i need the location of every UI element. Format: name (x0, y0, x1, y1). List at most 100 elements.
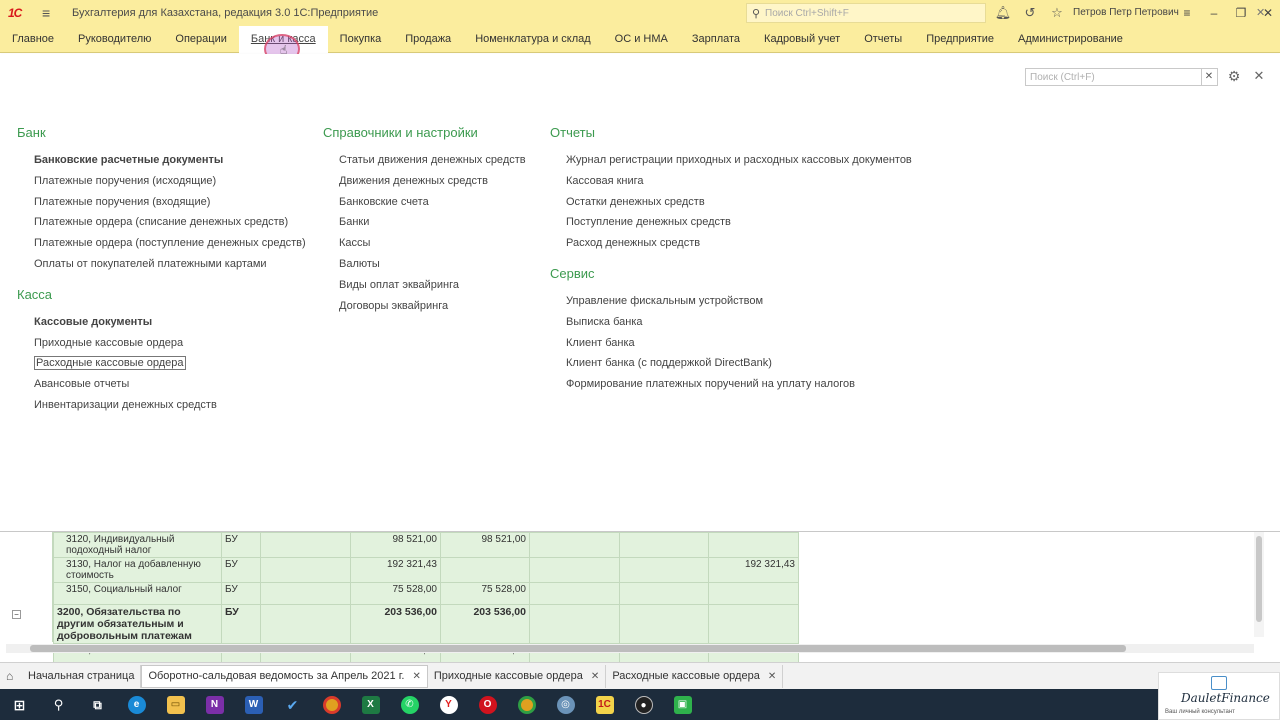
table-row[interactable]: 3130, Налог на добавленную стоимость БУ … (53, 557, 799, 583)
link-card-payments[interactable]: Оплаты от покупателей платежными картами (17, 254, 317, 275)
column-references: Справочники и настройки Статьи движения … (323, 125, 548, 316)
word-icon[interactable]: W (234, 689, 273, 720)
chrome-icon[interactable] (312, 689, 351, 720)
close-all-tabs-icon[interactable]: ✕ (1256, 6, 1265, 19)
main-menu-icon[interactable]: ≡ (42, 6, 56, 20)
search-icon: ⚲ (751, 7, 761, 20)
gear-icon[interactable]: ⚙ (1226, 68, 1242, 84)
column-bank-cash: Банк Банковские расчетные документы Плат… (17, 125, 317, 416)
link-currencies[interactable]: Валюты (323, 254, 548, 275)
bell-icon[interactable]: 🔔︎ (994, 4, 1012, 22)
global-search-placeholder: Поиск Ctrl+Shift+F (765, 7, 849, 19)
close-tab-icon[interactable]: ✕ (591, 665, 599, 688)
table-row[interactable]: 3200, Обязательства по другим обязательн… (53, 604, 799, 644)
link-bank-client-directbank[interactable]: Клиент банка (с поддержкой DirectBank) (550, 353, 970, 374)
link-cash-expense-orders-label: Расходные кассовые ордера (34, 356, 186, 371)
link-cash-outflow[interactable]: Расход денежных средств (550, 233, 970, 254)
menu-item-main[interactable]: Главное (0, 26, 66, 53)
link-cash-balances[interactable]: Остатки денежных средств (550, 192, 970, 213)
link-acquiring-types[interactable]: Виды оплат эквайринга (323, 275, 548, 296)
horizontal-scrollbar[interactable] (6, 644, 1254, 653)
link-acquiring-contracts[interactable]: Договоры эквайринга (323, 296, 548, 317)
tab-cash-receipt-orders[interactable]: Приходные кассовые ордера ✕ (428, 664, 607, 688)
whatsapp-icon[interactable]: ✆ (390, 689, 429, 720)
clear-search-icon[interactable]: ✕ (1201, 68, 1218, 86)
link-cash-documents[interactable]: Кассовые документы (17, 312, 317, 333)
brand-logo: DauletFinance Ваш личный консультант (1158, 672, 1280, 720)
link-payment-writeoff[interactable]: Платежные ордера (списание денежных сред… (17, 212, 317, 233)
tab-home[interactable]: ⌂ Начальная страница (0, 664, 142, 688)
search-icon[interactable]: ⚲ (39, 689, 78, 720)
minimize-icon[interactable]: – (1205, 4, 1223, 22)
menu-item-fixed-assets[interactable]: ОС и НМА (603, 26, 680, 53)
section-panel: Поиск (Ctrl+F) ✕ ⚙ ✕ Банк Банковские рас… (0, 54, 1280, 532)
obs-icon[interactable]: ● (624, 689, 663, 720)
vertical-scrollbar[interactable] (1254, 532, 1264, 637)
section-title-kassa: Касса (17, 286, 53, 302)
link-bank-settlement-docs[interactable]: Банковские расчетные документы (17, 150, 317, 171)
file-explorer-icon[interactable]: ▭ (156, 689, 195, 720)
brand-mark-icon (1211, 676, 1227, 690)
close-tab-icon[interactable]: ✕ (768, 665, 776, 688)
1c-logo-icon[interactable]: 1С (8, 6, 34, 20)
menu-item-operations[interactable]: Операции (163, 26, 238, 53)
menu-item-reports[interactable]: Отчеты (852, 26, 914, 53)
link-tax-payment-orders[interactable]: Формирование платежных поручений на упла… (550, 374, 970, 395)
menu-item-hr[interactable]: Кадровый учет (752, 26, 852, 53)
windows-taskbar: ⊞ ⚲ ⧉ e ▭ N W ✔ X ✆ Y O ◎ 1С ● ▣ (0, 689, 1280, 720)
chrome2-icon[interactable] (507, 689, 546, 720)
link-payment-orders-incoming[interactable]: Платежные поручения (входящие) (17, 192, 317, 213)
link-banks[interactable]: Банки (323, 212, 548, 233)
opera-icon[interactable]: O (468, 689, 507, 720)
menu-item-admin[interactable]: Администрирование (1006, 26, 1135, 53)
user-name[interactable]: Петров Петр Петрович (1073, 7, 1179, 18)
1c-icon[interactable]: 1С (585, 689, 624, 720)
section-menu-bar: Главное Руководителю Операции Банк и кас… (0, 25, 1280, 53)
link-payment-orders-outgoing[interactable]: Платежные поручения (исходящие) (17, 171, 317, 192)
network-icon[interactable]: ◎ (546, 689, 585, 720)
excel-icon[interactable]: X (351, 689, 390, 720)
task-view-icon[interactable]: ⧉ (78, 689, 117, 720)
brand-subtitle: Ваш личный консультант (1165, 709, 1235, 715)
link-cash-desks[interactable]: Кассы (323, 233, 548, 254)
link-cash-inflow[interactable]: Поступление денежных средств (550, 212, 970, 233)
menu-item-salary[interactable]: Зарплата (680, 26, 752, 53)
edge-icon[interactable]: e (117, 689, 156, 720)
link-advance-reports[interactable]: Авансовые отчеты (17, 374, 317, 395)
restore-icon[interactable]: ❐ (1232, 4, 1250, 22)
link-cashflow-items[interactable]: Статьи движения денежных средств (323, 150, 548, 171)
tab-cash-expense-orders[interactable]: Расходные кассовые ордера ✕ (606, 664, 784, 688)
tab-turnover-report[interactable]: Оборотно-сальдовая ведомость за Апрель 2… (141, 664, 428, 688)
yandex-icon[interactable]: Y (429, 689, 468, 720)
link-cash-journal[interactable]: Журнал регистрации приходных и расходных… (550, 150, 970, 171)
menu-item-purchase[interactable]: Покупка (328, 26, 394, 53)
greenapp-icon[interactable]: ▣ (663, 689, 702, 720)
collapse-group-icon[interactable]: − (12, 610, 21, 619)
menu-item-sales[interactable]: Продажа (393, 26, 463, 53)
menu-item-nomenclature[interactable]: Номенклатура и склад (463, 26, 602, 53)
onenote-icon[interactable]: N (195, 689, 234, 720)
link-cash-inventory[interactable]: Инвентаризации денежных средств (17, 395, 317, 416)
link-fiscal-device[interactable]: Управление фискальным устройством (550, 291, 970, 312)
link-bank-accounts[interactable]: Банковские счета (323, 192, 548, 213)
global-search-input[interactable]: ⚲ Поиск Ctrl+Shift+F (746, 3, 986, 23)
table-row[interactable]: 3120, Индивидуальный подоходный налог БУ… (53, 532, 799, 558)
link-bank-statement[interactable]: Выписка банка (550, 312, 970, 333)
todo-icon[interactable]: ✔ (273, 689, 312, 720)
link-cash-book[interactable]: Кассовая книга (550, 171, 970, 192)
close-tab-icon[interactable]: ✕ (412, 665, 420, 688)
link-cash-expense-orders[interactable]: Расходные кассовые ордера (17, 353, 317, 374)
star-icon[interactable]: ☆ (1048, 4, 1066, 22)
close-panel-icon[interactable]: ✕ (1252, 68, 1266, 84)
history-icon[interactable]: ↺ (1021, 4, 1039, 22)
panel-search-input[interactable]: Поиск (Ctrl+F) (1025, 68, 1202, 86)
settings-menu-icon[interactable]: ≡ (1178, 4, 1196, 22)
link-cash-receipt-orders[interactable]: Приходные кассовые ордера (17, 333, 317, 354)
link-cash-movements[interactable]: Движения денежных средств (323, 171, 548, 192)
link-bank-client[interactable]: Клиент банка (550, 333, 970, 354)
menu-item-director[interactable]: Руководителю (66, 26, 163, 53)
link-payment-receipt[interactable]: Платежные ордера (поступление денежных с… (17, 233, 317, 254)
menu-item-enterprise[interactable]: Предприятие (914, 26, 1006, 53)
table-row[interactable]: 3150, Социальный налог БУ 75 528,00 75 5… (53, 582, 799, 605)
windows-icon[interactable]: ⊞ (0, 689, 39, 720)
